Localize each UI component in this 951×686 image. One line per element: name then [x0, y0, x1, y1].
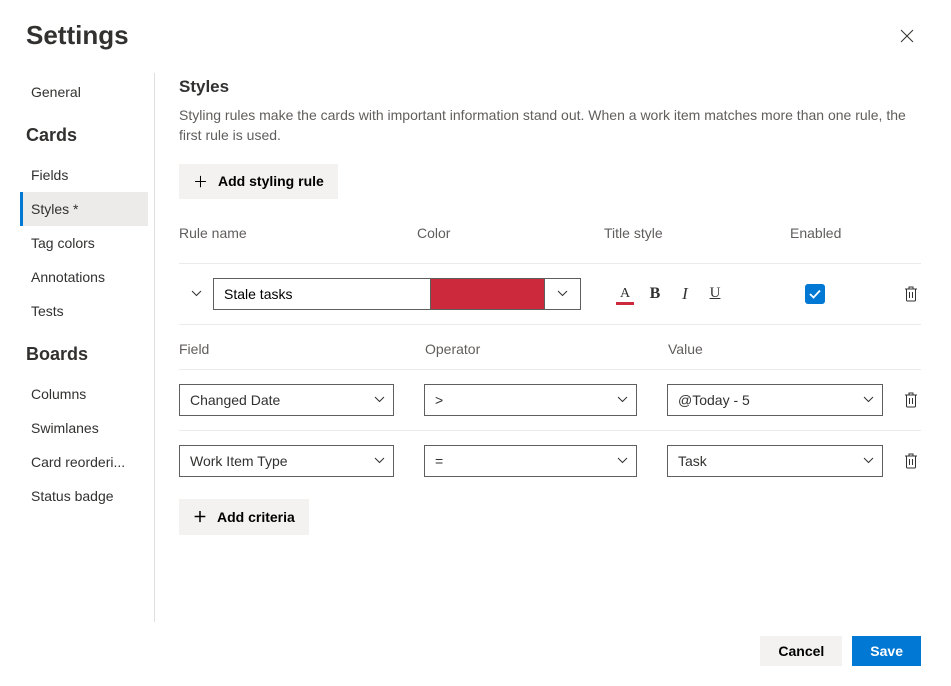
sidebar-item-tag-colors[interactable]: Tag colors [20, 226, 148, 260]
criteria-header-operator: Operator [425, 341, 668, 357]
cancel-button[interactable]: Cancel [760, 636, 842, 666]
criteria-field-select[interactable]: Changed Date [179, 384, 394, 416]
select-value: = [435, 453, 443, 469]
add-criteria-label: Add criteria [217, 509, 295, 525]
trash-icon [904, 453, 918, 469]
sidebar-item-label: Annotations [31, 269, 105, 285]
criteria-operator-select[interactable]: > [424, 384, 637, 416]
criteria-value-select[interactable]: Task [667, 445, 883, 477]
sidebar-item-label: Card reorderi... [31, 454, 125, 470]
sidebar-item-label: Status badge [31, 488, 114, 504]
underline-icon: U [710, 285, 721, 302]
underline-button[interactable]: U [703, 282, 727, 306]
sidebar-item-label: Swimlanes [31, 420, 99, 436]
sidebar: General Cards Fields Styles * Tag colors… [20, 73, 155, 622]
column-header-color: Color [417, 225, 604, 241]
sidebar-item-label: Tests [31, 303, 64, 319]
font-color-icon: A [620, 286, 630, 302]
column-header-rule-name: Rule name [179, 225, 417, 241]
chevron-down-icon [617, 396, 628, 403]
sidebar-item-general[interactable]: General [20, 75, 148, 109]
italic-icon: I [682, 284, 688, 304]
criteria-value-select[interactable]: @Today - 5 [667, 384, 883, 416]
chevron-down-icon [863, 457, 874, 464]
close-icon [900, 29, 914, 43]
chevron-down-icon [557, 290, 568, 297]
main-panel: Styles Styling rules make the cards with… [155, 73, 921, 622]
select-value: Changed Date [190, 392, 280, 408]
column-header-enabled: Enabled [790, 225, 921, 241]
plus-icon: ＋ [193, 171, 208, 192]
delete-rule-button[interactable] [901, 286, 921, 302]
main-title: Styles [179, 77, 921, 97]
add-rule-label: Add styling rule [218, 173, 324, 189]
criteria-row: Work Item Type = Task [179, 430, 921, 491]
sidebar-item-card-reordering[interactable]: Card reorderi... [20, 445, 148, 479]
sidebar-item-tests[interactable]: Tests [20, 294, 148, 328]
rule-name-input[interactable] [213, 278, 431, 310]
styling-rule-row: A B I U [179, 263, 921, 325]
criteria-header-field: Field [179, 341, 425, 357]
save-button[interactable]: Save [852, 636, 921, 666]
chevron-down-icon [617, 457, 628, 464]
plus-icon: ＋ [193, 507, 207, 527]
dialog-title: Settings [26, 20, 129, 51]
chevron-down-icon [374, 457, 385, 464]
main-description: Styling rules make the cards with import… [179, 105, 921, 146]
add-criteria-button[interactable]: ＋ Add criteria [179, 499, 309, 535]
add-styling-rule-button[interactable]: ＋ Add styling rule [179, 164, 338, 199]
italic-button[interactable]: I [673, 282, 697, 306]
sidebar-section-boards: Boards [20, 328, 148, 377]
expand-rule-button[interactable] [179, 290, 213, 297]
sidebar-item-label: Tag colors [31, 235, 95, 251]
sidebar-item-swimlanes[interactable]: Swimlanes [20, 411, 148, 445]
criteria-header-value: Value [668, 341, 921, 357]
trash-icon [904, 286, 918, 302]
criteria-operator-select[interactable]: = [424, 445, 637, 477]
chevron-down-icon [374, 396, 385, 403]
sidebar-item-label: Columns [31, 386, 86, 402]
sidebar-section-cards: Cards [20, 109, 148, 158]
close-button[interactable] [893, 22, 921, 50]
criteria-field-select[interactable]: Work Item Type [179, 445, 394, 477]
sidebar-item-label: General [31, 84, 81, 100]
column-header-title-style: Title style [604, 225, 790, 241]
select-value: > [435, 392, 443, 408]
sidebar-item-label: Fields [31, 167, 68, 183]
sidebar-item-status-badge[interactable]: Status badge [20, 479, 148, 513]
sidebar-item-annotations[interactable]: Annotations [20, 260, 148, 294]
select-value: Task [678, 453, 707, 469]
delete-criteria-button[interactable] [901, 453, 921, 469]
color-swatch [431, 279, 544, 309]
sidebar-item-label: Styles * [31, 201, 78, 217]
select-value: Work Item Type [190, 453, 288, 469]
delete-criteria-button[interactable] [901, 392, 921, 408]
color-picker-caret [544, 279, 580, 309]
trash-icon [904, 392, 918, 408]
chevron-down-icon [863, 396, 874, 403]
bold-icon: B [650, 285, 661, 303]
sidebar-item-styles[interactable]: Styles * [20, 192, 148, 226]
font-color-button[interactable]: A [613, 282, 637, 306]
sidebar-item-fields[interactable]: Fields [20, 158, 148, 192]
color-picker[interactable] [431, 278, 581, 310]
check-icon [809, 289, 821, 299]
chevron-down-icon [191, 290, 202, 297]
select-value: @Today - 5 [678, 392, 750, 408]
enabled-checkbox[interactable] [805, 284, 825, 304]
sidebar-item-columns[interactable]: Columns [20, 377, 148, 411]
criteria-row: Changed Date > @Today - 5 [179, 369, 921, 430]
bold-button[interactable]: B [643, 282, 667, 306]
